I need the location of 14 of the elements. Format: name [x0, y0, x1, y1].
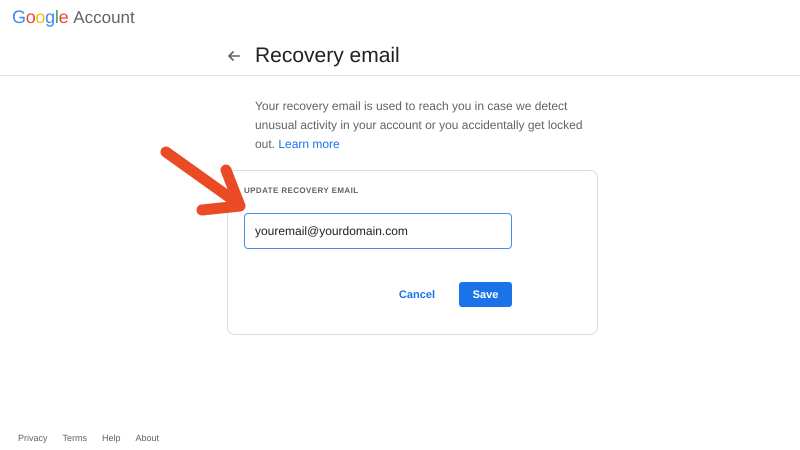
footer-link[interactable]: Privacy — [18, 433, 48, 450]
description-text: Your recovery email is used to reach you in case we detect unusual activity in your account or you accidentally get locked out. Learn more — [255, 98, 584, 153]
cancel-button[interactable]: Cancel — [384, 282, 449, 307]
page-title: Recovery email — [255, 44, 400, 68]
save-button[interactable]: Save — [459, 282, 512, 307]
back-button[interactable] — [225, 48, 243, 64]
footer-link[interactable]: About — [136, 433, 160, 450]
google-logo[interactable]: Google — [12, 7, 68, 28]
email-input-field[interactable]: youremail@yourdomain.com — [244, 213, 512, 249]
product-name: Account — [73, 8, 135, 28]
card-label: UPDATE RECOVERY EMAIL — [244, 186, 360, 195]
learn-more-link[interactable]: Learn more — [278, 137, 340, 151]
footer-link[interactable]: Terms — [62, 433, 88, 450]
footer-link[interactable]: Help — [102, 433, 121, 450]
